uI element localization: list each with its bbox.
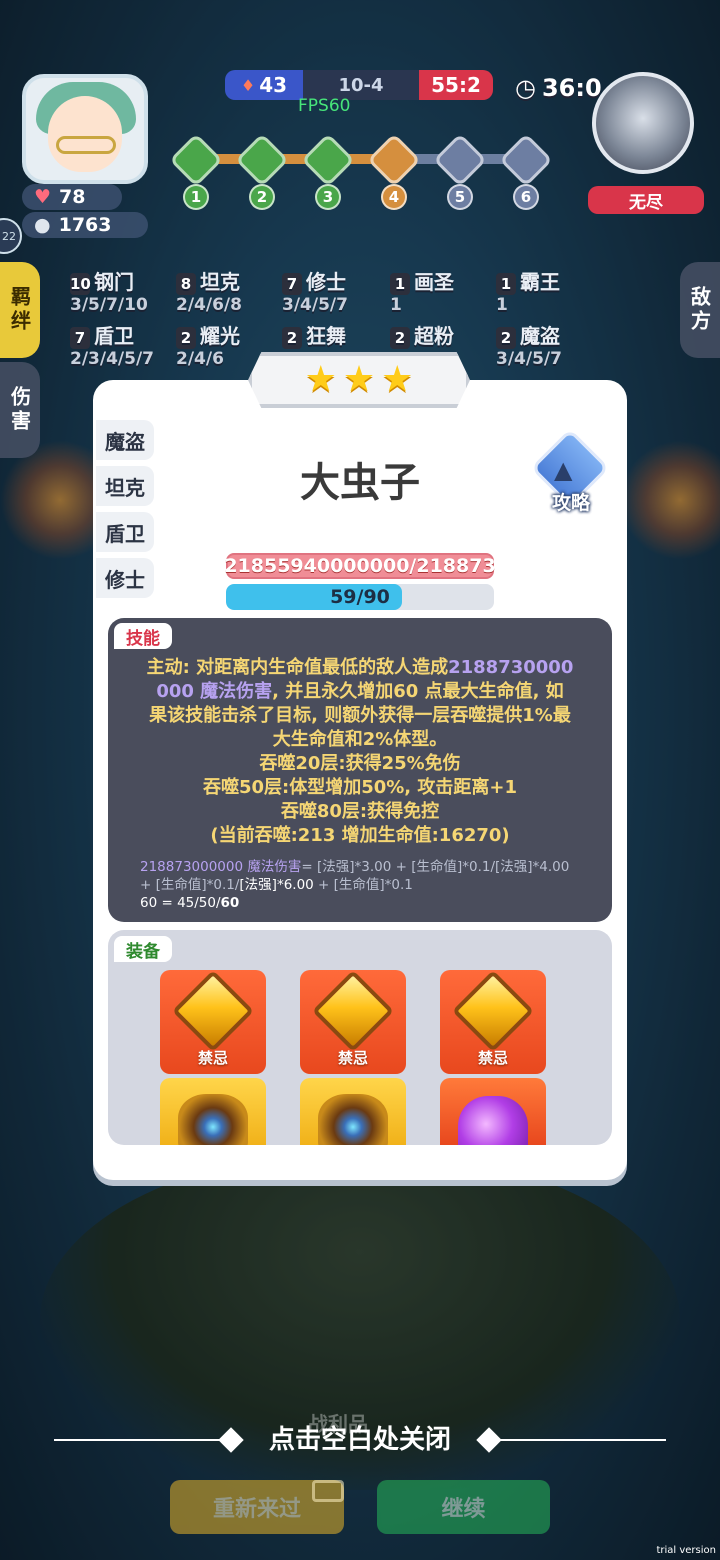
coin-icon: ●: [34, 214, 51, 236]
trait-tab[interactable]: 坦克: [96, 466, 154, 506]
star-icon: ★: [381, 359, 414, 400]
equipment-item[interactable]: 禁忌: [160, 969, 266, 1074]
trait-tab[interactable]: 修士: [96, 558, 154, 598]
damage-formula: 218873000000 魔法伤害= [法强]*3.00 + [生命值]*0.1…: [140, 859, 570, 911]
skill-description: 主动: 对距离内生命值最低的敌人造成2188730000 000 魔法伤害, 并…: [146, 657, 574, 846]
star-icon: ★: [342, 359, 376, 400]
gem-icon: [311, 969, 395, 1053]
tab-damage[interactable]: 伤害: [0, 362, 40, 458]
synergy-item[interactable]: 2 魔盗 3/4/5/7: [496, 320, 562, 369]
stage-label-2: 2: [249, 184, 275, 210]
unit-name: 大虫子: [300, 460, 420, 506]
fps-counter: FPS60: [298, 96, 351, 116]
trait-tab[interactable]: 盾卫: [96, 512, 154, 552]
synergy-item[interactable]: 8 坦克 2/4/6/8: [176, 266, 242, 315]
flame-icon: ♦: [240, 75, 256, 95]
trial-watermark: trial version: [656, 1545, 716, 1556]
equipment-item[interactable]: [300, 1078, 406, 1145]
hp-bar: 21855940000000/218873: [224, 553, 496, 579]
equipment-item[interactable]: [440, 1078, 546, 1145]
synergy-item[interactable]: 1 画圣 1: [390, 266, 454, 315]
mana-bar: 59/90: [226, 584, 494, 610]
stage-label-5: 5: [447, 184, 473, 210]
equipment-item[interactable]: [160, 1078, 266, 1145]
stage-label-3: 3: [315, 184, 341, 210]
clock-icon: ◷: [515, 74, 536, 102]
star-rating: ★ ★ ★: [248, 352, 470, 408]
continue-button[interactable]: 继续: [377, 1480, 550, 1534]
score-bar: ♦ 43 10-4 55:2: [225, 70, 493, 100]
synergy-item[interactable]: 7 盾卫 2/3/4/5/7: [70, 320, 154, 369]
orb-icon: [458, 1096, 528, 1145]
synergy-item[interactable]: 1 霸王 1: [496, 266, 560, 315]
heart-icon: ♥: [34, 186, 52, 208]
synergy-item[interactable]: 2 耀光 2/4/6: [176, 320, 240, 369]
synergy-item[interactable]: 7 修士 3/4/5/7: [282, 266, 348, 315]
equipment-item[interactable]: 禁忌: [440, 969, 546, 1074]
crown-icon: [318, 1094, 388, 1145]
close-hint[interactable]: 点击空白处关闭: [54, 1420, 666, 1460]
guide-button[interactable]: ▲ 攻略: [530, 428, 610, 516]
tab-synergy[interactable]: 羁绊: [0, 262, 40, 358]
tab-enemy[interactable]: 敌方: [680, 262, 720, 358]
trait-tabs: 魔盗 坦克 盾卫 修士: [96, 420, 156, 604]
stage-label-6: 6: [513, 184, 539, 210]
star-icon: ★: [304, 359, 337, 400]
equipment-tag: 装备: [114, 936, 172, 962]
video-icon: [312, 1480, 344, 1502]
synergy-item[interactable]: 2 狂舞: [282, 320, 346, 349]
crown-icon: [178, 1094, 248, 1145]
round-timer: ◷ 36:0: [515, 74, 602, 102]
player-avatar[interactable]: [22, 74, 148, 184]
gem-icon: [171, 969, 255, 1053]
trait-tab[interactable]: 魔盗: [96, 420, 154, 460]
equipment-item[interactable]: 禁忌: [300, 969, 406, 1074]
red-score: 55:2: [419, 70, 493, 100]
graduation-cap-icon: ▲: [554, 456, 573, 484]
enemy-avatar[interactable]: [592, 72, 694, 174]
stage-label-1: 1: [183, 184, 209, 210]
player-hp-pill: ♥ 78: [22, 184, 122, 210]
enemy-mode-label: 无尽: [588, 186, 704, 214]
skill-tag: 技能: [114, 623, 172, 649]
gem-icon: [451, 969, 535, 1053]
stage-label-4: 4: [381, 184, 407, 210]
blue-score: ♦ 43: [225, 70, 303, 100]
synergy-item[interactable]: 2 超粉: [390, 320, 454, 349]
player-gold-pill: ● 1763: [22, 212, 148, 238]
synergy-item[interactable]: 10 钢门 3/5/7/10: [70, 266, 148, 315]
